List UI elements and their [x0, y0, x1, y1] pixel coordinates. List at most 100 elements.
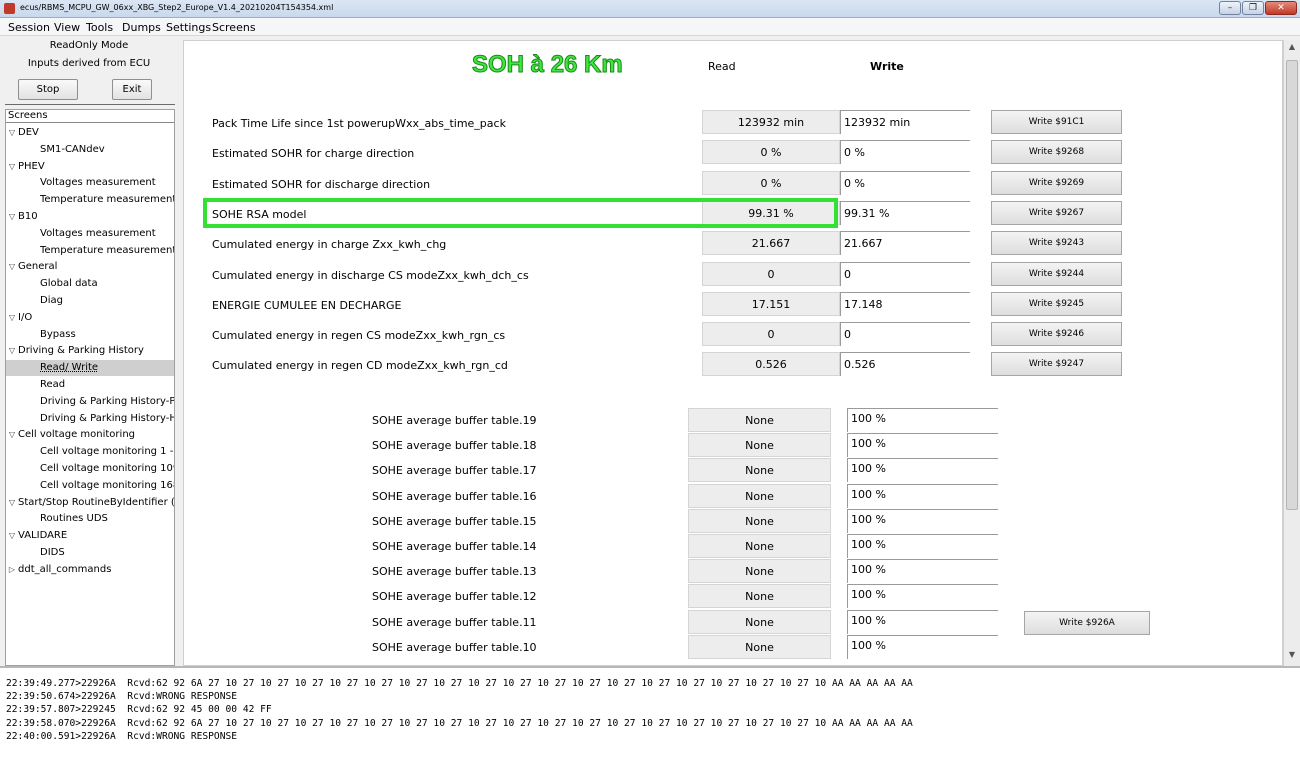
- tree-item[interactable]: ▽ B10: [6, 209, 38, 225]
- buffer-write-input[interactable]: 100 %: [847, 534, 998, 558]
- buffer-write-input[interactable]: 100 %: [847, 584, 998, 609]
- menu-view[interactable]: View: [54, 21, 80, 34]
- tree-item-label: Cell voltage monitoring 109 -: [40, 463, 175, 474]
- write-button[interactable]: Write $9245: [991, 291, 1122, 316]
- tree-item[interactable]: Read/ Write: [6, 360, 174, 377]
- tree-item[interactable]: ▽ PHEV: [6, 159, 45, 175]
- tree-item-label: Global data: [40, 278, 98, 290]
- tree-item[interactable]: ▽ Driving & Parking History: [6, 343, 144, 359]
- tree-item[interactable]: ▽ Cell voltage monitoring: [6, 427, 135, 443]
- tree-item[interactable]: Temperature measurement: [6, 192, 174, 208]
- buffer-write-input[interactable]: 100 %: [847, 609, 998, 634]
- menu-dumps[interactable]: Dumps: [122, 21, 161, 34]
- param-read-value: 0 %: [702, 140, 840, 165]
- buffer-write-input[interactable]: 100 %: [847, 433, 998, 458]
- tree-item-label: Cell voltage monitoring: [18, 429, 136, 441]
- minimize-button[interactable]: –: [1219, 1, 1241, 15]
- tree-item[interactable]: Global data: [6, 276, 98, 292]
- param-write-input[interactable]: 0: [840, 261, 970, 286]
- collapse-arrow-icon[interactable]: ▽: [6, 427, 18, 443]
- collapse-arrow-icon[interactable]: ▽: [6, 343, 18, 359]
- tree-item-label: Read: [40, 379, 66, 390]
- tree-item[interactable]: Driving & Parking History-HEV: [6, 411, 174, 427]
- param-write-input[interactable]: 0 %: [840, 140, 970, 165]
- scroll-up-icon[interactable]: ▲: [1284, 42, 1300, 56]
- param-write-input[interactable]: 0 %: [840, 170, 970, 195]
- buffer-write-input[interactable]: 100 %: [847, 408, 998, 432]
- tree-item[interactable]: Voltages measurement: [6, 175, 156, 191]
- tree-item[interactable]: Diag: [6, 293, 63, 309]
- param-write-input[interactable]: 17.148: [840, 291, 970, 316]
- tree-item-label: B10: [18, 211, 38, 222]
- write-button[interactable]: Write $9244: [991, 261, 1122, 286]
- stop-button[interactable]: Stop: [18, 79, 78, 100]
- write-button[interactable]: Write $9267: [991, 200, 1122, 225]
- tree-item[interactable]: Cell voltage monitoring 109 -: [6, 461, 175, 477]
- tree-item[interactable]: ▽ General: [6, 259, 58, 275]
- tree-item-label: PHEV: [18, 160, 45, 172]
- menu-screens[interactable]: Screens: [212, 21, 256, 34]
- log-panel[interactable]: 22:39:49.277>22926A Rcvd:62 92 6A 27 10 …: [0, 666, 1300, 759]
- tree-item-label: Cell voltage monitoring 1 - 108: [40, 446, 174, 458]
- param-label: Cumulated energy in discharge CS modeZxx…: [212, 268, 529, 282]
- tree-item[interactable]: ▽Start/Stop RoutineByIdentifier ($31: [6, 495, 174, 511]
- menu-settings[interactable]: Settings: [166, 21, 211, 34]
- param-write-input[interactable]: 99.31 %: [840, 200, 970, 225]
- menu-session[interactable]: Session: [8, 21, 50, 34]
- tree-item[interactable]: Temperature measurement: [6, 243, 174, 259]
- collapse-arrow-icon[interactable]: ▽: [6, 528, 18, 544]
- tree-item[interactable]: ▽ VALIDARE: [6, 528, 67, 544]
- tree-item[interactable]: SM1-CANdev: [6, 142, 105, 158]
- tree-item[interactable]: Read: [6, 377, 65, 393]
- tree-item[interactable]: Cell voltage monitoring 1 - 108: [6, 444, 174, 460]
- tree-item[interactable]: Bypass: [6, 327, 76, 343]
- close-button[interactable]: ✕: [1265, 1, 1297, 15]
- param-write-input[interactable]: 0: [840, 322, 970, 347]
- buffer-write-input[interactable]: 100 %: [847, 483, 998, 508]
- param-write-input[interactable]: 21.667: [840, 231, 970, 256]
- tree-item[interactable]: Voltages measurement: [6, 226, 156, 242]
- menu-tools[interactable]: Tools: [86, 21, 113, 34]
- tree-item[interactable]: ▽ I/O: [6, 310, 32, 326]
- collapse-arrow-icon[interactable]: ▽: [6, 125, 18, 141]
- buffer-label: SOHE average buffer table.14: [372, 540, 537, 553]
- buffer-write-input[interactable]: 100 %: [847, 559, 998, 584]
- param-read-value: 0.526: [702, 352, 840, 377]
- tree-item[interactable]: ▽ DEV: [6, 125, 39, 141]
- tree-item-label: Driving & Parking History: [18, 345, 144, 357]
- left-panel: ReadOnly Mode Inputs derived from ECU St…: [0, 36, 178, 666]
- collapse-arrow-icon[interactable]: ▽: [6, 159, 18, 175]
- source-label: Inputs derived from ECU: [27, 58, 151, 69]
- buffer-write-input[interactable]: 100 %: [847, 508, 998, 533]
- tree-item[interactable]: Routines UDS: [6, 511, 108, 527]
- scroll-down-icon[interactable]: ▼: [1284, 650, 1300, 664]
- write-button[interactable]: Write $9243: [991, 231, 1122, 256]
- collapse-arrow-icon[interactable]: ▽: [6, 259, 18, 275]
- buffer-write-input[interactable]: 100 %: [847, 458, 998, 483]
- collapse-arrow-icon[interactable]: ▽: [6, 209, 18, 225]
- tree-item[interactable]: Driving & Parking History-PHE: [6, 394, 174, 410]
- buffer-write-input[interactable]: 100 %: [847, 634, 998, 659]
- vertical-scrollbar[interactable]: ▲ ▼: [1283, 40, 1300, 666]
- tree-item[interactable]: DIDS: [6, 545, 65, 561]
- buffer-read-value: None: [688, 609, 831, 634]
- write-button[interactable]: Write $9246: [991, 322, 1122, 347]
- write-button[interactable]: Write $9269: [991, 170, 1122, 195]
- write-button[interactable]: Write $9247: [991, 352, 1122, 377]
- tree-item-label: Driving & Parking History-HEV: [40, 412, 174, 424]
- param-read-value: 0: [702, 261, 840, 286]
- exit-button[interactable]: Exit: [112, 79, 152, 100]
- collapse-arrow-icon[interactable]: ▽: [6, 495, 18, 511]
- param-write-input[interactable]: 0.526: [840, 352, 970, 377]
- param-write-input[interactable]: 123932 min: [840, 110, 970, 134]
- write-buffer-button[interactable]: Write $926A: [1024, 611, 1150, 635]
- collapse-arrow-icon[interactable]: ▽: [6, 310, 18, 326]
- write-button[interactable]: Write $9268: [991, 140, 1122, 165]
- write-button[interactable]: Write $91C1: [991, 110, 1122, 134]
- maximize-button[interactable]: ❐: [1242, 1, 1264, 15]
- expand-arrow-icon[interactable]: ▷: [6, 562, 18, 578]
- tree-item[interactable]: Cell voltage monitoring 168 - 2: [6, 478, 174, 494]
- tree-item[interactable]: ▷ ddt_all_commands: [6, 562, 112, 578]
- scrollbar-thumb[interactable]: [1286, 60, 1298, 510]
- separator: [5, 104, 175, 105]
